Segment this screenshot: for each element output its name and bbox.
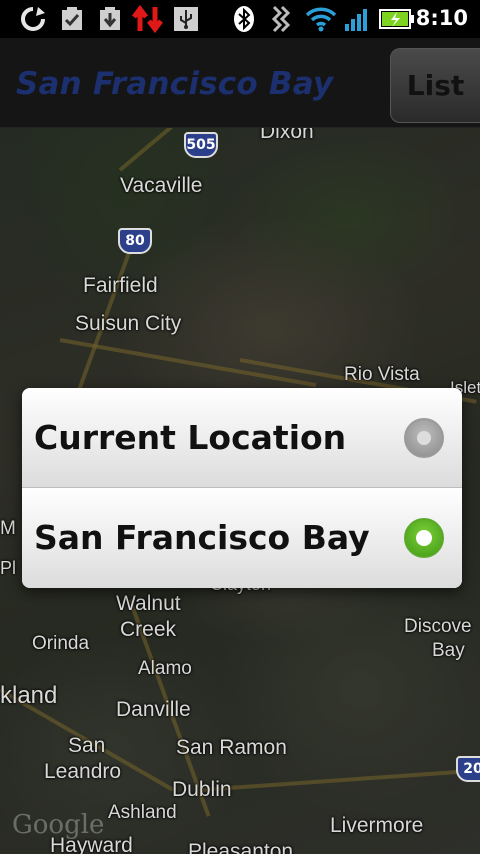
page-title: San Francisco Bay: [16, 66, 334, 102]
map-label: Bay: [432, 640, 465, 661]
bluetooth-icon: [232, 5, 256, 33]
radio-selected-icon[interactable]: [404, 518, 444, 558]
highway-shield-80: 80: [118, 228, 152, 254]
map-label: Dixon: [260, 128, 314, 143]
app-screen: 8:10 San Francisco Bay List Dixon Vacavi…: [0, 0, 480, 854]
map-label: Rio Vista: [344, 364, 420, 385]
map-label: Suisun City: [75, 312, 182, 335]
map-label: Livermore: [330, 814, 424, 837]
map-label: M: [0, 518, 16, 539]
title-bar: San Francisco Bay List: [0, 38, 480, 128]
map-label: Pl: [0, 558, 17, 578]
map-label: Fairfield: [83, 274, 158, 297]
option-san-francisco-bay[interactable]: San Francisco Bay: [22, 488, 462, 588]
map-label: Creek: [120, 618, 177, 641]
highway-shield-20: 20: [456, 756, 480, 782]
map-label: Walnut: [116, 592, 181, 615]
option-label: San Francisco Bay: [34, 518, 370, 557]
map-label: Orinda: [32, 633, 90, 654]
map-label: Leandro: [44, 760, 122, 783]
clipboard-check-icon: [58, 5, 86, 33]
map-label: San Ramon: [176, 736, 287, 759]
location-select-dialog: Current Location San Francisco Bay: [22, 388, 462, 588]
list-button[interactable]: List: [390, 48, 480, 123]
map-label: San: [68, 734, 106, 757]
sync-icon: [16, 5, 50, 33]
map-label: Pleasanton: [188, 840, 294, 854]
map-label: Discove: [404, 616, 472, 637]
vibrate-icon: [268, 5, 296, 33]
clock-time: 8:10: [415, 6, 468, 30]
battery-charging-icon: [378, 5, 416, 33]
radio-unselected-icon[interactable]: [404, 418, 444, 458]
map-label: Danville: [116, 698, 191, 721]
map-label: Ashland: [108, 802, 177, 823]
highway-shield-505: 505: [184, 132, 218, 158]
map-label: Vacaville: [120, 174, 203, 197]
download-icon: [96, 5, 124, 33]
map-label: Alamo: [138, 658, 192, 679]
option-current-location[interactable]: Current Location: [22, 388, 462, 488]
data-arrows-icon: [130, 5, 166, 33]
option-label: Current Location: [34, 418, 347, 457]
google-watermark: Google: [12, 810, 105, 840]
map-label: Dublin: [172, 778, 232, 801]
signal-icon: [343, 5, 373, 33]
map-label: kland: [0, 682, 58, 709]
usb-icon: [172, 5, 200, 33]
wifi-icon: [304, 5, 338, 33]
status-bar: 8:10: [0, 0, 480, 38]
